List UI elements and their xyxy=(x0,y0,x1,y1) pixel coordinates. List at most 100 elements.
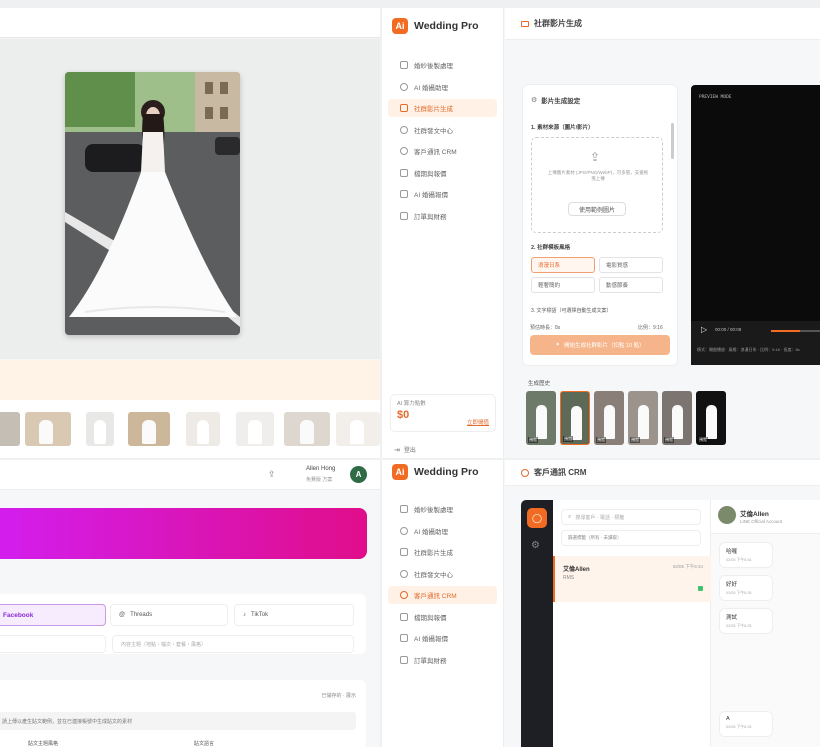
column-a-label: 貼文主題風格 xyxy=(28,741,59,747)
gradient-banner xyxy=(0,508,367,559)
history-item[interactable]: 預覽 xyxy=(696,391,726,445)
app-name: Wedding Pro xyxy=(414,20,479,32)
step3-label: 3. 文字標語（可選擇自動生成文案） xyxy=(531,308,612,314)
main-photo[interactable] xyxy=(65,72,240,335)
play-icon[interactable]: ▷ xyxy=(701,325,707,334)
sidebar-item-quote[interactable]: AI 婚攝報價 xyxy=(388,629,497,647)
thumbnail[interactable] xyxy=(186,412,220,446)
history-item[interactable]: 預覽 xyxy=(526,391,556,445)
style-option-cinematic[interactable]: 電影質感 xyxy=(599,257,663,273)
calendar-icon xyxy=(400,168,408,177)
conversation-time: 02/05 下午6:34 xyxy=(672,564,703,569)
app-header: Ai Wedding Pro xyxy=(382,460,503,484)
progress-track[interactable] xyxy=(771,330,820,332)
sidebar-item-video[interactable]: 社群影片生成 xyxy=(388,543,497,561)
sidebar-item-retouch[interactable]: 婚紗後製處理 xyxy=(388,500,497,518)
sidebar-nav: 婚紗後製處理 AI 婚攝助理 社群影片生成 社群發文中心 客戶通訊 CRM 檔期… xyxy=(382,56,503,225)
tiktok-icon: ♪ xyxy=(243,612,246,618)
ratio-text: 比例：9:16 xyxy=(638,325,663,331)
crm-rail: ◯ ⚙ xyxy=(521,500,553,747)
video-icon xyxy=(400,548,408,556)
history-label: 生成歷史 xyxy=(528,381,551,387)
player-time: 00:00 / 00:08 xyxy=(715,327,742,332)
sidebar-item-schedule[interactable]: 檔期與報價 xyxy=(388,608,497,626)
sidebar-item-video[interactable]: 社群影片生成 xyxy=(388,99,497,117)
history-item[interactable]: 預覽 xyxy=(594,391,624,445)
step2-label: 2. 社群模板風格 xyxy=(531,245,571,251)
social-post-panel: ⇪ Allen Hong 免費版 方案 A Facebook @ Threads … xyxy=(0,460,380,747)
page-header: 客戶通訊 CRM xyxy=(505,460,820,486)
style-option-dynamic[interactable]: 動感節奏 xyxy=(599,277,663,293)
contact-avatar xyxy=(718,506,736,524)
history-item[interactable]: 預覽 xyxy=(662,391,692,445)
upload-dropzone[interactable]: ⇪ 上傳圖片素材 (JPG/PNG/WebP)，可多張，支援拖曳上傳 使用範例圖… xyxy=(531,137,663,233)
thumbnail[interactable] xyxy=(0,412,20,446)
platform-threads[interactable]: @ Threads xyxy=(110,604,228,626)
platform-tiktok[interactable]: ♪ TikTok xyxy=(234,604,354,626)
topup-link[interactable]: 立即儲值 xyxy=(467,418,489,426)
sidebar-item-orders[interactable]: 訂單與財務 xyxy=(388,207,497,225)
sidebar-item-schedule[interactable]: 檔期與報價 xyxy=(388,164,497,182)
sidebar-item-retouch[interactable]: 婚紗後製處理 xyxy=(388,56,497,74)
points-label: AI 算力點數 xyxy=(397,401,426,407)
settings-rail-icon[interactable]: ⚙ xyxy=(531,540,540,551)
search-icon: ⌕ xyxy=(568,513,572,520)
thumbnail[interactable] xyxy=(236,412,274,446)
style-option-romantic[interactable]: 浪漫日系 xyxy=(531,257,595,273)
sidebar-item-social-post[interactable]: 社群發文中心 xyxy=(388,565,497,583)
sidebar-nav: 婚紗後製處理 AI 婚攝助理 社群影片生成 社群發文中心 客戶通訊 CRM 檔期… xyxy=(382,500,503,669)
logout-button[interactable]: ⇥ 登出 xyxy=(394,445,416,455)
history-item[interactable]: 預覽 xyxy=(628,391,658,445)
platform-facebook[interactable]: Facebook xyxy=(0,604,106,626)
sidebar-item-ai-assistant[interactable]: AI 婚攝助理 xyxy=(388,522,497,540)
generate-video-button[interactable]: ✦ 開始生成社群影片（扣點 10 點） xyxy=(530,335,670,355)
style-option-minimal[interactable]: 輕奢簡約 xyxy=(531,277,595,293)
thumbnail[interactable] xyxy=(86,412,114,446)
page-title: 社群影片生成 xyxy=(534,19,582,28)
filter-bar[interactable]: 篩選標籤（所有 · 未讀取） xyxy=(561,530,701,546)
duration-text: 預估時長：8s xyxy=(530,325,561,331)
history-strip: 預覽 預覽 預覽 預覽 預覽 預覽 xyxy=(526,391,736,447)
sidebar-item-social-post[interactable]: 社群發文中心 xyxy=(388,121,497,139)
thumbnail[interactable] xyxy=(128,412,170,446)
topic-input[interactable]: 內容主題（地點・檔次・套餐・風格） xyxy=(112,635,354,653)
page-header: 社群影片生成 xyxy=(505,8,820,40)
player-info: 模式：開啟播放 · 風格：浪漫日系 · 比例：9:16 · 長度：8s xyxy=(697,347,800,352)
chat-rail-button[interactable]: ◯ xyxy=(527,508,547,528)
chat-icon xyxy=(400,147,408,155)
sidebar-item-orders[interactable]: 訂單與財務 xyxy=(388,651,497,669)
sidebar-item-crm[interactable]: 客戶通訊 CRM xyxy=(388,586,497,604)
list-icon xyxy=(400,190,408,198)
conversation-list: ⌕ 搜尋客戶 · 電話 · 標籤 篩選標籤（所有 · 未讀取） 艾倫Allen … xyxy=(553,500,711,747)
page-title: 客戶通訊 CRM xyxy=(534,468,587,477)
chat-thread: 艾倫Allen LINE Official Account 哈囉 02/05 下… xyxy=(711,500,820,747)
search-input[interactable]: ⌕ 搜尋客戶 · 電話 · 標籤 xyxy=(561,509,701,525)
share-icon[interactable]: ⇪ xyxy=(268,469,276,480)
column-b-label: 貼文語言 xyxy=(194,741,215,747)
sidebar-item-quote[interactable]: AI 婚攝報價 xyxy=(388,185,497,203)
sparkle-icon: ✦ xyxy=(555,342,560,348)
avatar[interactable]: A xyxy=(350,466,367,483)
conversation-preview: RMS xyxy=(563,575,575,581)
thumbnail[interactable] xyxy=(25,412,71,446)
settings-scrollbar[interactable] xyxy=(671,123,674,159)
message-bubble: 測試 02/05 下午6:33 xyxy=(719,608,773,634)
message-bubble: 好好 02/05 下午6:35 xyxy=(719,575,773,601)
image-editor-panel xyxy=(0,8,380,458)
sample-image-button[interactable]: 使用範例圖片 xyxy=(568,202,626,216)
keyword-input[interactable] xyxy=(0,635,106,653)
thumbnail[interactable] xyxy=(336,412,380,446)
conversation-item[interactable]: 艾倫Allen RMS 02/05 下午6:34 xyxy=(553,556,711,602)
points-card: AI 算力點數 $0 立即儲值 xyxy=(390,394,496,432)
contact-header: 艾倫Allen LINE Official Account xyxy=(711,500,820,534)
history-item[interactable]: 預覽 xyxy=(560,391,590,445)
calendar-icon xyxy=(400,612,408,621)
sidebar-item-ai-assistant[interactable]: AI 婚攝助理 xyxy=(388,78,497,96)
topic-placeholder: 內容主題（地點・檔次・套餐・風格） xyxy=(121,641,207,648)
thumbnail[interactable] xyxy=(284,412,330,446)
settings-title: ⚙ 影片生成設定 xyxy=(531,97,581,105)
saved-label[interactable]: 已儲存的 · 展示 xyxy=(322,692,356,699)
sidebar-item-crm[interactable]: 客戶通訊 CRM xyxy=(388,142,497,160)
sidebar: Ai Wedding Pro 婚紗後製處理 AI 婚攝助理 社群影片生成 社群發… xyxy=(382,8,504,458)
bride-photo-image xyxy=(65,72,240,335)
